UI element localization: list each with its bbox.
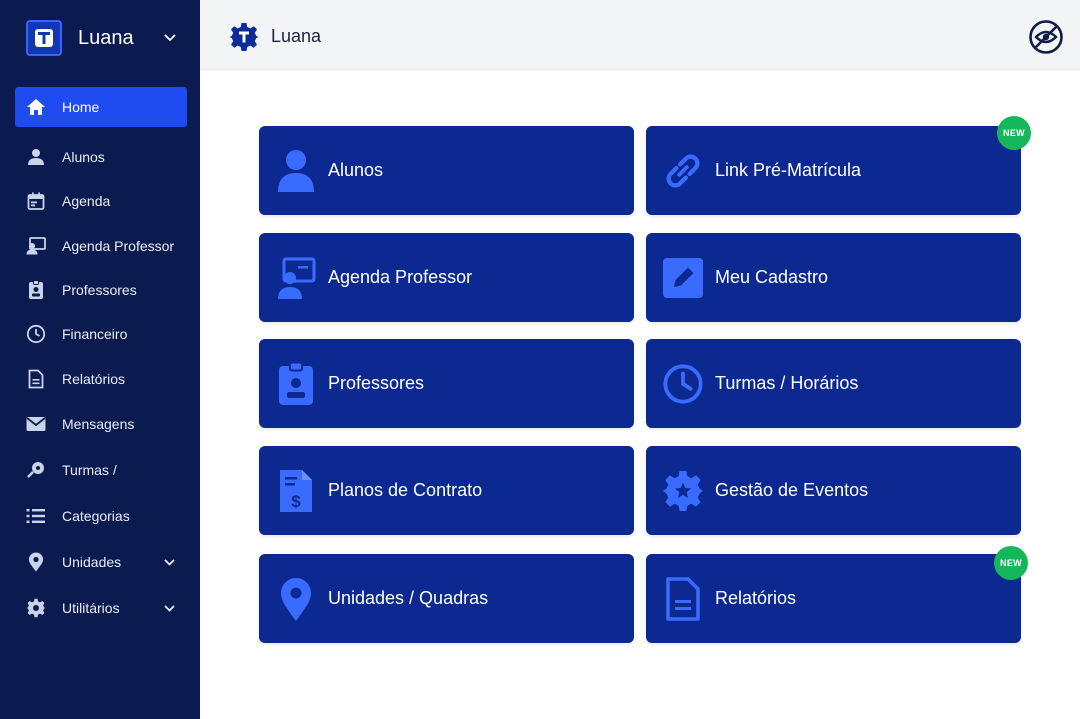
sidebar-item-label: Turmas / <box>62 462 117 478</box>
card-label: Meu Cadastro <box>715 267 829 287</box>
list-icon <box>25 505 47 527</box>
top-bar: Luana <box>200 0 1080 70</box>
chevron-down-icon <box>164 34 176 42</box>
card-professores[interactable]: Professores <box>259 339 634 428</box>
page-title: Luana <box>271 26 322 46</box>
sidebar-item-label: Unidades <box>62 554 122 570</box>
location-pin-icon <box>275 576 317 622</box>
card-agenda-professor[interactable]: Agenda Professor <box>259 233 634 322</box>
document-icon <box>25 368 47 390</box>
location-pin-icon <box>25 551 47 573</box>
card-planos-de-contrato[interactable]: $ Planos de Contrato <box>259 446 634 535</box>
user-icon <box>275 148 317 194</box>
card-alunos[interactable]: Alunos <box>259 126 634 215</box>
card-gestao-de-eventos[interactable]: Gestão de Eventos <box>646 446 1021 535</box>
sidebar-item-label: Financeiro <box>62 326 128 342</box>
brand-name: Luana <box>78 26 134 49</box>
chevron-down-icon <box>164 558 175 566</box>
sidebar-item-label: Relatórios <box>62 371 126 387</box>
sidebar-item-agenda-professor[interactable]: Agenda Professor <box>15 226 187 266</box>
teacher-board-icon <box>25 235 47 257</box>
sidebar-item-label: Utilitários <box>62 600 120 616</box>
sidebar-item-label: Home <box>62 99 100 115</box>
sidebar-item-label: Professores <box>62 282 137 298</box>
document-icon <box>662 576 704 622</box>
sidebar-item-label: Categorias <box>62 508 130 524</box>
sidebar-item-agenda[interactable]: Agenda <box>15 181 187 221</box>
sidebar-item-relatorios[interactable]: Relatórios <box>15 359 187 399</box>
sidebar-item-home[interactable]: Home <box>15 87 187 127</box>
hide-eye-icon[interactable] <box>1028 19 1064 55</box>
id-badge-icon <box>25 279 47 301</box>
calendar-icon <box>25 190 47 212</box>
card-unidades-quadras[interactable]: Unidades / Quadras <box>259 554 634 643</box>
card-meu-cadastro[interactable]: Meu Cadastro <box>646 233 1021 322</box>
gear-star-icon <box>662 468 704 514</box>
card-turmas-horarios[interactable]: Turmas / Horários <box>646 339 1021 428</box>
card-label: Gestão de Eventos <box>715 480 869 500</box>
sidebar: Luana Home Alunos Agenda Agenda Professo… <box>0 0 200 719</box>
card-label: Link Pré-Matrícula <box>715 160 862 180</box>
whistle-icon <box>25 459 47 481</box>
invoice-dollar-icon: $ <box>275 468 317 514</box>
sidebar-item-financeiro[interactable]: Financeiro <box>15 314 187 354</box>
sidebar-item-categorias[interactable]: Categorias <box>15 496 187 536</box>
chevron-down-icon <box>164 604 175 612</box>
card-relatorios[interactable]: Relatórios <box>646 554 1021 643</box>
card-label: Turmas / Horários <box>715 373 859 393</box>
sidebar-item-label: Alunos <box>62 149 105 165</box>
card-link-pre-matricula[interactable]: Link Pré-Matrícula <box>646 126 1021 215</box>
sidebar-item-label: Agenda Professor <box>62 238 175 254</box>
svg-text:$: $ <box>291 492 301 511</box>
mail-icon <box>25 413 47 435</box>
user-icon <box>25 146 47 168</box>
card-label: Agenda Professor <box>328 267 473 287</box>
clock-icon <box>662 361 704 407</box>
sidebar-item-label: Agenda <box>62 193 111 209</box>
new-badge: NEW <box>994 546 1028 580</box>
link-icon <box>662 148 704 194</box>
edit-icon <box>662 255 704 301</box>
app-logo <box>26 20 62 56</box>
gear-logo-icon <box>229 22 259 52</box>
logo-icon <box>35 29 53 47</box>
sidebar-item-professores[interactable]: Professores <box>15 270 187 310</box>
sidebar-item-alunos[interactable]: Alunos <box>15 137 187 177</box>
card-label: Alunos <box>328 160 384 180</box>
id-badge-icon <box>275 361 317 407</box>
gear-icon <box>25 597 47 619</box>
card-label: Planos de Contrato <box>328 480 483 500</box>
sidebar-item-mensagens[interactable]: Mensagens <box>15 404 187 444</box>
teacher-board-icon <box>275 255 317 301</box>
sidebar-item-label: Mensagens <box>62 416 135 432</box>
sidebar-item-unidades[interactable]: Unidades <box>15 542 187 582</box>
card-label: Relatórios <box>715 588 797 608</box>
brand-switcher[interactable]: Luana <box>26 19 176 57</box>
sidebar-item-turmas[interactable]: Turmas / <box>15 450 187 490</box>
card-label: Professores <box>328 373 425 393</box>
home-icon <box>25 96 47 118</box>
clock-icon <box>25 323 47 345</box>
sidebar-item-utilitarios[interactable]: Utilitários <box>15 588 187 628</box>
card-label: Unidades / Quadras <box>328 588 489 608</box>
new-badge: NEW <box>997 116 1031 150</box>
